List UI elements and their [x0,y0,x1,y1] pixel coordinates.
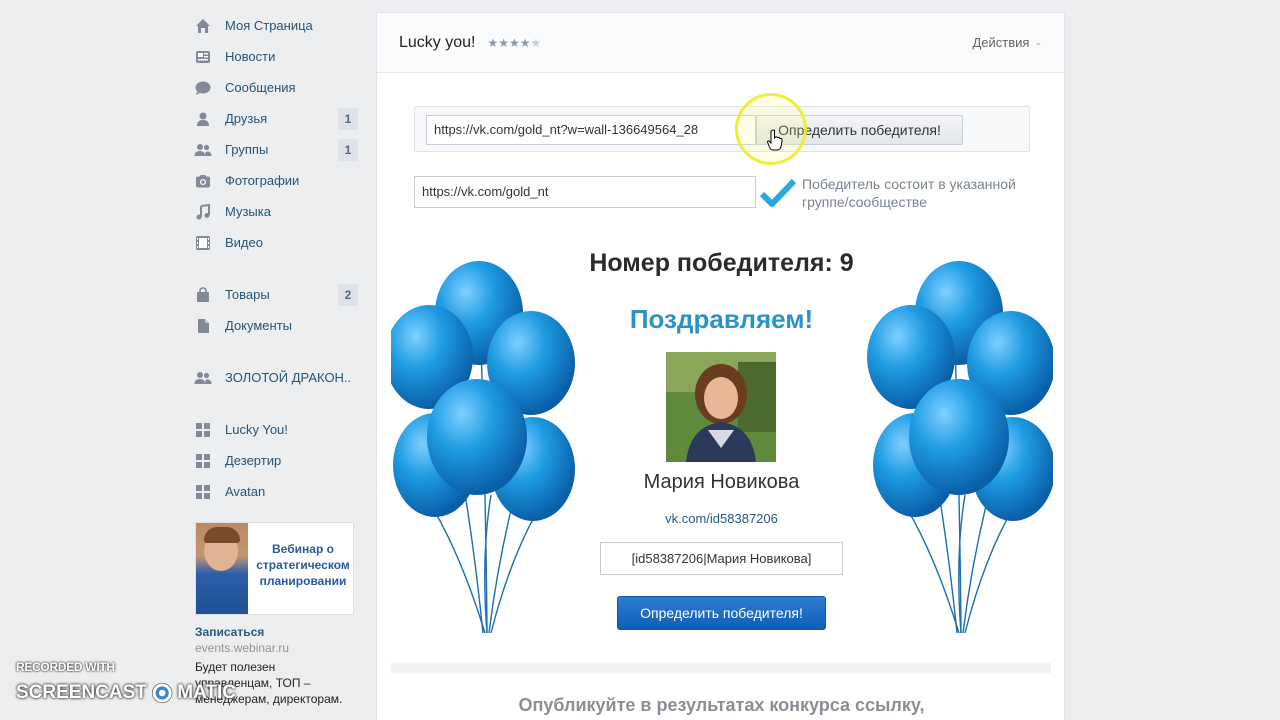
app-header: Lucky you! ★★★★★ Действия ⌄ [377,13,1064,73]
hand-cursor-icon [767,129,783,151]
watermark-right-word: MATIC [177,682,236,703]
screencast-logo-icon [151,682,173,704]
sidebar-item-goods[interactable]: Товары 2 [192,279,362,310]
sidebar-item-label: Музыка [225,204,271,219]
app-icon [194,452,212,470]
app-title: Lucky you! [399,33,476,51]
sidebar-item-label: Фотографии [225,173,300,188]
home-icon [194,17,212,35]
sidebar-item-label: Новости [225,49,276,64]
post-url-toolbar: https://vk.com/gold_nt?w=wall-136649564_… [414,106,1030,152]
sidebar-item-label: Друзья [225,111,268,126]
group-check-note: Победитель состоит в указанной группе/со… [802,176,1016,210]
sidebar-item-label: Товары [225,287,270,302]
ad-image-text: Вебинар о стратегическом планировании [256,542,350,588]
friends-icon [194,110,212,128]
watermark-top-text: RECORDED WITH [16,660,115,674]
sidebar-item-photos[interactable]: Фотографии [192,165,362,196]
sidebar-item-label: Документы [225,318,293,333]
sidebar-item-music[interactable]: Музыка [192,196,362,227]
rating-stars: ★★★★★ [487,36,541,50]
document-icon [194,317,212,335]
sidebar-item-label: ЗОЛОТОЙ ДРАКОН.. [225,370,352,385]
sidebar-item-video[interactable]: Видео [192,227,362,258]
rating-stars-empty: ★ [530,35,542,50]
sidebar-item-label: Avatan [225,484,266,499]
sidebar-item-avatan[interactable]: Avatan [192,476,362,507]
camera-icon [194,172,212,190]
bag-icon [194,286,212,304]
winner-number: Номер победителя: 9 [589,249,854,277]
sidebar-item-gold-dragon[interactable]: ЗОЛОТОЙ ДРАКОН.. [192,362,362,393]
goods-count-badge: 2 [338,284,358,306]
ad-signup-link[interactable]: Записаться [195,625,355,639]
post-url-input[interactable]: https://vk.com/gold_nt?w=wall-136649564_… [426,115,756,145]
screencast-watermark: RECORDED WITH SCREENCAST MATIC [16,660,236,710]
sidebar-separator [192,341,362,362]
winner-profile-link[interactable]: vk.com/id58387206 [377,511,1066,526]
sidebar-item-documents[interactable]: Документы [192,310,362,341]
watermark-left-word: SCREENCAST [16,682,147,703]
watermark-main: SCREENCAST MATIC [16,676,236,710]
app-icon [194,421,212,439]
messages-icon [194,79,212,97]
sidebar-item-dezertir[interactable]: Дезертир [192,445,362,476]
sidebar-separator [192,258,362,279]
sidebar-item-label: Видео [225,235,263,250]
sidebar-separator [192,393,362,414]
sidebar-item-label: Моя Страница [225,18,313,33]
ad-image[interactable]: Вебинар о стратегическом планировании [195,522,354,615]
sidebar-item-news[interactable]: Новости [192,41,362,72]
sidebar-item-label: Группы [225,142,269,157]
groups-count-badge: 1 [338,139,358,161]
determine-winner-again-button[interactable]: Определить победителя! [617,596,826,630]
news-icon [194,48,212,66]
sidebar-item-groups[interactable]: Группы 1 [192,134,362,165]
actions-label: Действия [972,35,1030,50]
chevron-down-icon: ⌄ [1034,37,1042,47]
sidebar-item-label: Дезертир [225,453,282,468]
congrats-heading: Поздравляем! [629,304,814,334]
group-icon [194,369,212,387]
music-icon [194,203,212,221]
section-divider [391,663,1051,673]
actions-dropdown[interactable]: Действия ⌄ [972,35,1042,50]
ad-person-hair [204,527,240,543]
sidebar-item-lucky-you[interactable]: Lucky You! [192,414,362,445]
app-panel: Lucky you! ★★★★★ Действия ⌄ https://vk.c… [376,12,1065,720]
checkmark-icon [760,178,796,207]
group-url-input[interactable]: https://vk.com/gold_nt [414,176,756,208]
video-icon [194,234,212,252]
winner-avatar[interactable] [666,352,776,462]
winner-code-field[interactable]: [id58387206|Мария Новикова] [600,542,843,575]
winner-name: Мария Новикова [643,471,800,493]
ad-person-photo [196,523,248,614]
sidebar-item-label: Сообщения [225,80,296,95]
rating-stars-filled: ★★★★ [487,35,531,50]
sidebar-item-messages[interactable]: Сообщения [192,72,362,103]
groups-icon [194,141,212,159]
app-icon [194,483,212,501]
left-sidebar: Моя Страница Новости Сообщения Друзья 1 … [192,10,362,507]
ad-domain: events.webinar.ru [195,641,290,655]
sidebar-item-label: Lucky You! [225,422,288,437]
sidebar-item-friends[interactable]: Друзья 1 [192,103,362,134]
publish-note: Опубликуйте в результатах конкурса ссылк… [518,695,925,715]
friends-count-badge: 1 [338,108,358,130]
sidebar-item-my-page[interactable]: Моя Страница [192,10,362,41]
